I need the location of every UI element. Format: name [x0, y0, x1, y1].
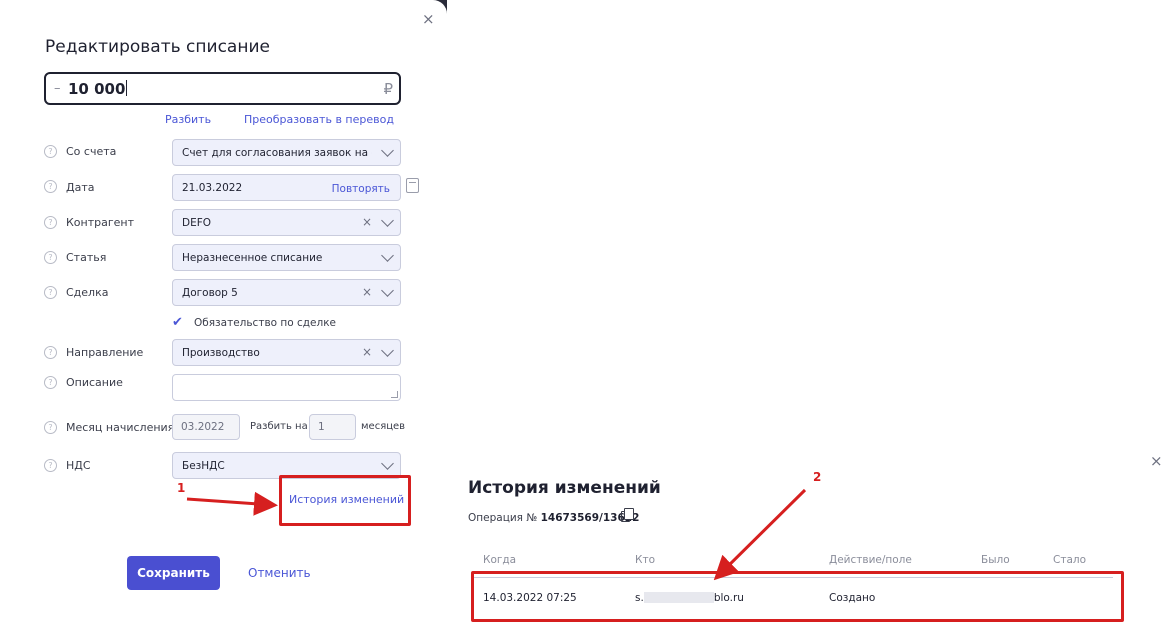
date-label: Дата [66, 181, 95, 194]
months-label: месяцев [361, 421, 406, 432]
split-link[interactable]: Разбить [165, 113, 211, 126]
accrual-month-field[interactable]: 03.2022 [172, 414, 240, 440]
accrual-month-label: Месяц начисления [66, 421, 175, 434]
deal-obligation-checkbox[interactable]: ✔ [172, 316, 186, 330]
repeat-link[interactable]: Повторять [332, 183, 390, 195]
cancel-button[interactable]: Отменить [248, 566, 311, 580]
column-who: Кто [635, 554, 655, 566]
chevron-down-icon [381, 144, 394, 157]
help-icon[interactable]: ? [44, 376, 57, 389]
column-when: Когда [483, 554, 517, 566]
split-months-field[interactable]: 1 [309, 414, 356, 440]
help-icon[interactable]: ? [44, 286, 57, 299]
split-on-label: Разбить на [250, 421, 308, 432]
amount-sign: – [54, 81, 61, 96]
contractor-select[interactable]: DEFO × [172, 209, 401, 236]
column-became: Стало [1053, 554, 1087, 566]
copy-icon[interactable] [621, 508, 634, 522]
deal-label: Сделка [66, 286, 109, 299]
clear-icon[interactable]: × [362, 215, 372, 229]
chevron-down-icon [381, 284, 394, 297]
description-label: Описание [66, 376, 123, 389]
annotation-box-1 [279, 475, 411, 526]
help-icon[interactable]: ? [44, 459, 57, 472]
deal-value: Договор 5 [182, 287, 238, 299]
operation-number: Операция № 14673569/13622 [468, 512, 640, 524]
account-value: Счет для согласования заявок на оп... [182, 147, 372, 159]
history-title: История изменений [468, 478, 661, 498]
calendar-icon[interactable] [406, 178, 419, 193]
vat-value: БезНДС [182, 460, 225, 472]
save-button[interactable]: Сохранить [127, 556, 220, 590]
help-icon[interactable]: ? [44, 145, 57, 158]
help-icon[interactable]: ? [44, 346, 57, 359]
article-select[interactable]: Неразнесенное списание [172, 244, 401, 271]
chevron-down-icon [381, 214, 394, 227]
clear-icon[interactable]: × [362, 345, 372, 359]
resize-grip-icon[interactable] [391, 391, 398, 398]
help-icon[interactable]: ? [44, 216, 57, 229]
account-select[interactable]: Счет для согласования заявок на оп... [172, 139, 401, 166]
chevron-down-icon [381, 249, 394, 262]
clear-icon[interactable]: × [362, 285, 372, 299]
close-icon[interactable]: × [422, 12, 435, 27]
ruble-icon: ₽ [383, 80, 393, 98]
convert-to-transfer-link[interactable]: Преобразовать в перевод [244, 113, 394, 126]
annotation-box-2 [471, 571, 1124, 622]
direction-select[interactable]: Производство × [172, 339, 401, 366]
column-action: Действие/поле [829, 554, 912, 566]
direction-label: Направление [66, 346, 144, 359]
help-icon[interactable]: ? [44, 180, 57, 193]
amount-input[interactable]: – 10 000 ₽ [44, 72, 401, 105]
vat-label: НДС [66, 459, 91, 472]
edit-modal-title: Редактировать списание [45, 37, 270, 57]
contractor-label: Контрагент [66, 216, 135, 229]
close-icon[interactable]: × [1150, 454, 1163, 469]
help-icon[interactable]: ? [44, 421, 57, 434]
chevron-down-icon [381, 344, 394, 357]
column-was: Было [981, 554, 1010, 566]
account-label: Со счета [66, 145, 117, 158]
annotation-number-2: 2 [813, 470, 822, 484]
contractor-value: DEFO [182, 217, 212, 229]
chevron-down-icon [381, 457, 394, 470]
date-value: 21.03.2022 [182, 182, 243, 194]
date-field[interactable]: 21.03.2022 Повторять [172, 174, 401, 201]
backdrop-right [447, 0, 1175, 440]
edit-writeoff-modal: × Редактировать списание – 10 000 ₽ Разб… [0, 0, 447, 634]
text-caret [126, 80, 128, 96]
article-value: Неразнесенное списание [182, 252, 323, 264]
help-icon[interactable]: ? [44, 251, 57, 264]
annotation-number-1: 1 [177, 481, 186, 495]
amount-value: 10 000 [68, 80, 128, 98]
deal-obligation-label: Обязательство по сделке [194, 317, 337, 329]
description-textarea[interactable] [172, 374, 401, 401]
article-label: Статья [66, 251, 107, 264]
direction-value: Производство [182, 347, 260, 359]
deal-select[interactable]: Договор 5 × [172, 279, 401, 306]
